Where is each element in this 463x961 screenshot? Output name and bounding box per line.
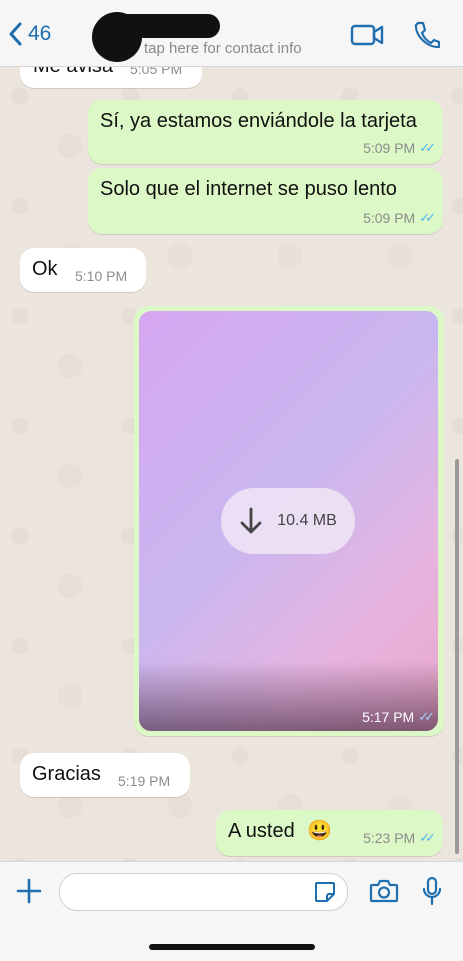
scrollbar[interactable]	[455, 459, 459, 854]
message-time: 5:19 PM	[118, 773, 171, 789]
message-input[interactable]	[59, 873, 348, 911]
message-bubble-incoming[interactable]: Me avisa 5:05 PM	[20, 66, 202, 88]
message-meta: 5:17 PM ✓✓	[362, 709, 435, 725]
file-size: 10.4 MB	[277, 512, 337, 529]
message-text: Solo que el internet se puso lento	[100, 178, 397, 200]
message-text: Gracias	[32, 763, 101, 785]
video-call-icon	[350, 24, 384, 46]
smiley-emoji: 😃	[307, 820, 332, 842]
camera-button[interactable]	[369, 878, 399, 909]
double-check-icon: ✓✓	[419, 830, 436, 845]
chat-header: 46 tap here for contact info	[0, 0, 463, 67]
camera-icon	[369, 879, 399, 903]
home-indicator[interactable]	[149, 944, 315, 950]
double-check-icon: ✓✓	[418, 709, 435, 724]
attach-button[interactable]	[16, 878, 42, 909]
message-text: Ok	[32, 258, 58, 280]
unread-count: 46	[28, 22, 52, 45]
message-meta: 5:09 PM ✓✓	[363, 210, 436, 226]
back-button[interactable]: 46	[8, 22, 51, 46]
message-text: Me avisa	[33, 66, 114, 77]
message-bubble-outgoing[interactable]: Sí, ya estamos enviándole la tarjeta 5:0…	[88, 100, 443, 164]
composer-bar	[0, 861, 463, 961]
sticker-icon	[315, 882, 335, 902]
message-text: A usted	[228, 820, 295, 842]
message-time: 5:10 PM	[75, 268, 128, 284]
video-thumbnail[interactable]: 10.4 MB 5:17 PM ✓✓	[139, 311, 438, 731]
voice-call-button[interactable]	[412, 20, 441, 55]
double-check-icon: ✓✓	[419, 140, 436, 155]
plus-icon	[16, 878, 42, 904]
download-arrow-icon	[240, 507, 262, 534]
chevron-left-icon	[9, 22, 22, 46]
message-list[interactable]: Me avisa 5:05 PM Sí, ya estamos enviándo…	[0, 66, 463, 861]
message-text: Sí, ya estamos enviándole la tarjeta	[100, 110, 417, 132]
contact-name-redacted[interactable]	[115, 14, 220, 38]
microphone-icon	[422, 876, 442, 906]
message-bubble-incoming[interactable]: Ok 5:10 PM	[20, 248, 146, 292]
message-meta: 5:09 PM ✓✓	[363, 140, 436, 156]
video-call-button[interactable]	[350, 22, 384, 53]
message-time: 5:09 PM	[363, 210, 416, 226]
voice-message-button[interactable]	[421, 876, 443, 911]
message-time: 5:17 PM	[362, 709, 415, 725]
download-button[interactable]: 10.4 MB	[221, 488, 355, 554]
contact-info-hint[interactable]: tap here for contact info	[144, 40, 302, 57]
message-time: 5:09 PM	[363, 140, 416, 156]
double-check-icon: ✓✓	[419, 210, 436, 225]
sticker-button[interactable]	[313, 880, 337, 909]
message-bubble-outgoing[interactable]: Solo que el internet se puso lento 5:09 …	[88, 168, 443, 234]
message-bubble-outgoing[interactable]: A usted 😃 5:23 PM ✓✓	[216, 810, 443, 856]
phone-icon	[414, 21, 441, 49]
message-meta: 5:23 PM ✓✓	[363, 830, 436, 846]
message-bubble-incoming[interactable]: Gracias 5:19 PM	[20, 753, 190, 797]
message-time: 5:05 PM	[130, 66, 183, 77]
message-time: 5:23 PM	[363, 830, 416, 846]
